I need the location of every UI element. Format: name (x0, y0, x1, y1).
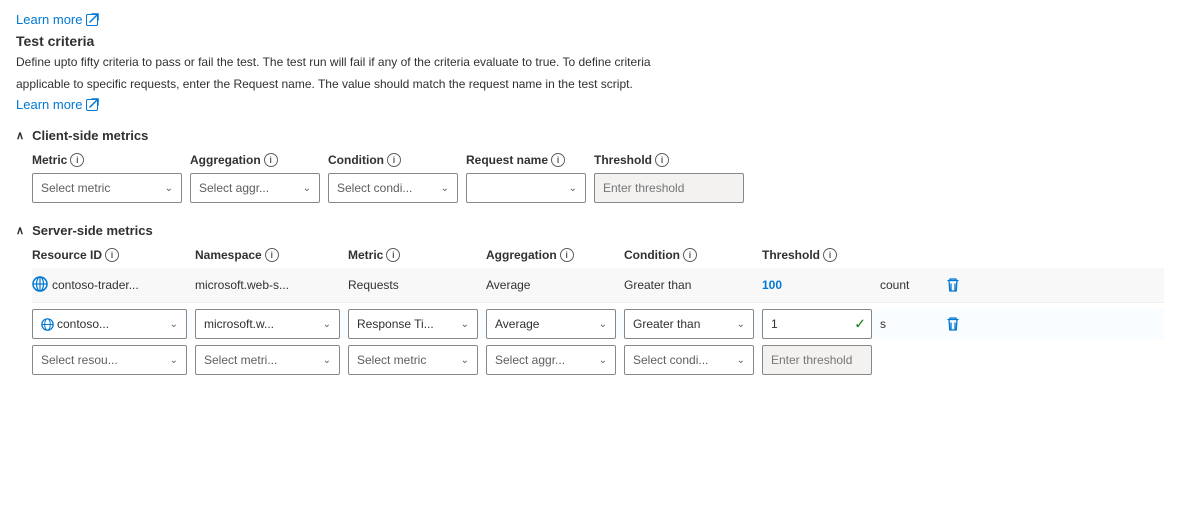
ss-empty-namespace-dropdown[interactable]: Select metri... ⌄ (195, 345, 340, 375)
ss-static-resourceid: contoso-trader... (32, 270, 187, 300)
cs-aggregation-info-icon[interactable]: i (264, 153, 278, 167)
server-side-section: ∧ Server-side metrics Resource ID i Name… (16, 223, 1164, 375)
ss-edit-threshold-field: ✓ (762, 309, 872, 339)
ss-empty-threshold-input[interactable] (762, 345, 872, 375)
learn-more-bottom-text: Learn more (16, 97, 82, 112)
server-side-editable-row: contoso... ⌄ microsoft.w... ⌄ Response T… (32, 309, 1164, 339)
server-side-table: Resource ID i Namespace i Metric i Aggre… (32, 248, 1164, 375)
ss-threshold-header: Threshold i (762, 248, 872, 262)
cs-condition-caret: ⌄ (441, 183, 449, 194)
ss-empty-condition-dropdown[interactable]: Select condi... ⌄ (624, 345, 754, 375)
ss-edit-namespace-caret: ⌄ (323, 319, 331, 330)
cs-aggregation-dropdown[interactable]: Select aggr... ⌄ (190, 173, 320, 203)
ss-metric-header: Metric i (348, 248, 478, 262)
ss-edit-metric-caret: ⌄ (461, 319, 469, 330)
ss-edit-condition-dropdown[interactable]: Greater than ⌄ (624, 309, 754, 339)
client-side-header-row: Metric i Aggregation i Condition i Reque… (32, 153, 1164, 167)
cs-metric-info-icon[interactable]: i (70, 153, 84, 167)
ss-edit-delete[interactable] (938, 309, 974, 339)
cs-aggregation-header: Aggregation i (190, 153, 320, 167)
client-side-section-title: Client-side metrics (32, 128, 148, 143)
cs-metric-header: Metric i (32, 153, 182, 167)
ss-edit-condition-caret: ⌄ (737, 319, 745, 330)
external-link-bottom-icon (86, 99, 98, 111)
ss-static-namespace: microsoft.web-s... (195, 270, 340, 300)
cs-condition-dropdown[interactable]: Select condi... ⌄ (328, 173, 458, 203)
ss-edit-unit: s (880, 309, 930, 339)
client-side-empty-row: Select metric ⌄ Select aggr... ⌄ Select … (32, 173, 1164, 203)
ss-edit-threshold-check-icon: ✓ (854, 316, 866, 333)
ss-namespace-info-icon[interactable]: i (265, 248, 279, 262)
ss-edit-delete-icon[interactable] (938, 309, 968, 339)
ss-static-metric: Requests (348, 270, 478, 300)
description-line2: applicable to specific requests, enter t… (16, 75, 916, 93)
server-side-section-header[interactable]: ∧ Server-side metrics (16, 223, 1164, 238)
cs-reqname-header: Request name i (466, 153, 586, 167)
globe-icon (32, 276, 48, 295)
ss-static-unit: count (880, 270, 930, 300)
ss-empty-aggregation-dropdown[interactable]: Select aggr... ⌄ (486, 345, 616, 375)
description-line1: Define upto fifty criteria to pass or fa… (16, 53, 916, 71)
cs-threshold-info-icon[interactable]: i (655, 153, 669, 167)
client-side-section: ∧ Client-side metrics Metric i Aggregati… (16, 128, 1164, 203)
ss-condition-header: Condition i (624, 248, 754, 262)
ss-empty-aggregation-caret: ⌄ (599, 355, 607, 366)
cs-reqname-info-icon[interactable]: i (551, 153, 565, 167)
ss-resourceid-header: Resource ID i (32, 248, 187, 262)
ss-metric-info-icon[interactable]: i (386, 248, 400, 262)
ss-static-aggregation: Average (486, 270, 616, 300)
ss-aggregation-header: Aggregation i (486, 248, 616, 262)
ss-static-delete-icon[interactable] (938, 270, 968, 300)
ss-empty-namespace-caret: ⌄ (323, 355, 331, 366)
ss-resourceid-info-icon[interactable]: i (105, 248, 119, 262)
server-side-chevron-icon: ∧ (16, 224, 24, 237)
ss-static-condition: Greater than (624, 270, 754, 300)
ss-condition-info-icon[interactable]: i (683, 248, 697, 262)
ss-threshold-info-icon[interactable]: i (823, 248, 837, 262)
ss-empty-metric-caret: ⌄ (461, 355, 469, 366)
cs-metric-caret: ⌄ (165, 183, 173, 194)
ss-edit-aggregation-dropdown[interactable]: Average ⌄ (486, 309, 616, 339)
ss-edit-resourceid-caret: ⌄ (170, 319, 178, 330)
learn-more-top-link[interactable]: Learn more (16, 12, 98, 27)
ss-empty-resourceid-dropdown[interactable]: Select resou... ⌄ (32, 345, 187, 375)
page-title: Test criteria (16, 33, 1164, 49)
cs-aggregation-caret: ⌄ (303, 183, 311, 194)
ss-aggregation-info-icon[interactable]: i (560, 248, 574, 262)
cs-metric-dropdown[interactable]: Select metric ⌄ (32, 173, 182, 203)
ss-edit-resourceid-dropdown[interactable]: contoso... ⌄ (32, 309, 187, 339)
server-side-header-row: Resource ID i Namespace i Metric i Aggre… (32, 248, 1164, 262)
client-side-section-header[interactable]: ∧ Client-side metrics (16, 128, 1164, 143)
ss-static-delete[interactable] (938, 270, 974, 300)
server-side-section-title: Server-side metrics (32, 223, 153, 238)
ss-edit-namespace-dropdown[interactable]: microsoft.w... ⌄ (195, 309, 340, 339)
learn-more-bottom-link[interactable]: Learn more (16, 97, 98, 112)
ss-static-threshold: 100 (762, 270, 872, 300)
ss-edit-metric-dropdown[interactable]: Response Ti... ⌄ (348, 309, 478, 339)
learn-more-top-text: Learn more (16, 12, 82, 27)
cs-condition-header: Condition i (328, 153, 458, 167)
cs-reqname-dropdown[interactable]: ⌄ (466, 173, 586, 203)
server-side-empty-row: Select resou... ⌄ Select metri... ⌄ Sele… (32, 345, 1164, 375)
cs-condition-info-icon[interactable]: i (387, 153, 401, 167)
server-side-static-row: contoso-trader... microsoft.web-s... Req… (32, 268, 1164, 303)
ss-namespace-header: Namespace i (195, 248, 340, 262)
cs-reqname-caret: ⌄ (569, 183, 577, 194)
ss-empty-metric-dropdown[interactable]: Select metric ⌄ (348, 345, 478, 375)
client-side-chevron-icon: ∧ (16, 129, 24, 142)
ss-empty-condition-caret: ⌄ (737, 355, 745, 366)
ss-edit-aggregation-caret: ⌄ (599, 319, 607, 330)
cs-threshold-input[interactable] (594, 173, 744, 203)
external-link-top-icon (86, 14, 98, 26)
client-side-table: Metric i Aggregation i Condition i Reque… (32, 153, 1164, 203)
ss-empty-resourceid-caret: ⌄ (170, 355, 178, 366)
cs-threshold-header: Threshold i (594, 153, 744, 167)
